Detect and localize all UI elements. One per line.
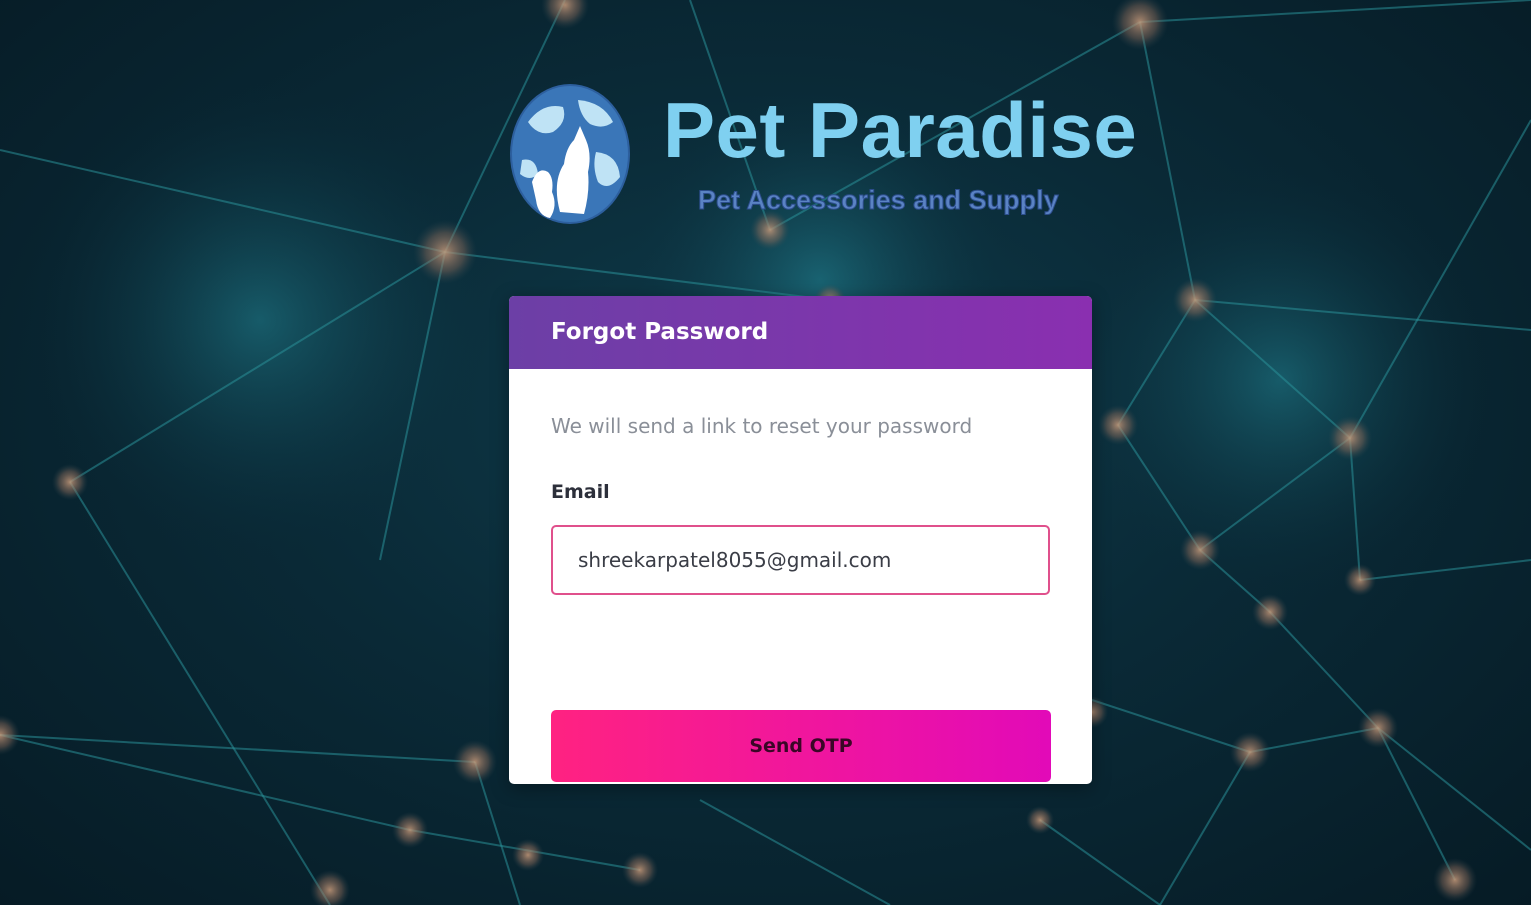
email-field[interactable] xyxy=(551,525,1050,595)
brand-header: Pet Paradise Pet Accessories and Supply xyxy=(508,82,1137,232)
send-otp-button[interactable]: Send OTP xyxy=(551,710,1051,782)
brand-title: Pet Paradise xyxy=(663,86,1138,174)
card-title: Forgot Password xyxy=(551,319,769,345)
card-description: We will send a link to reset your passwo… xyxy=(551,414,973,438)
brand-tagline: Pet Accessories and Supply xyxy=(698,185,1060,216)
globe-cat-dog-logo-icon xyxy=(510,84,630,224)
card-body: We will send a link to reset your passwo… xyxy=(509,369,1092,784)
card-header: Forgot Password xyxy=(509,296,1092,369)
forgot-password-card: Forgot Password We will send a link to r… xyxy=(509,296,1092,784)
email-label: Email xyxy=(551,481,610,503)
